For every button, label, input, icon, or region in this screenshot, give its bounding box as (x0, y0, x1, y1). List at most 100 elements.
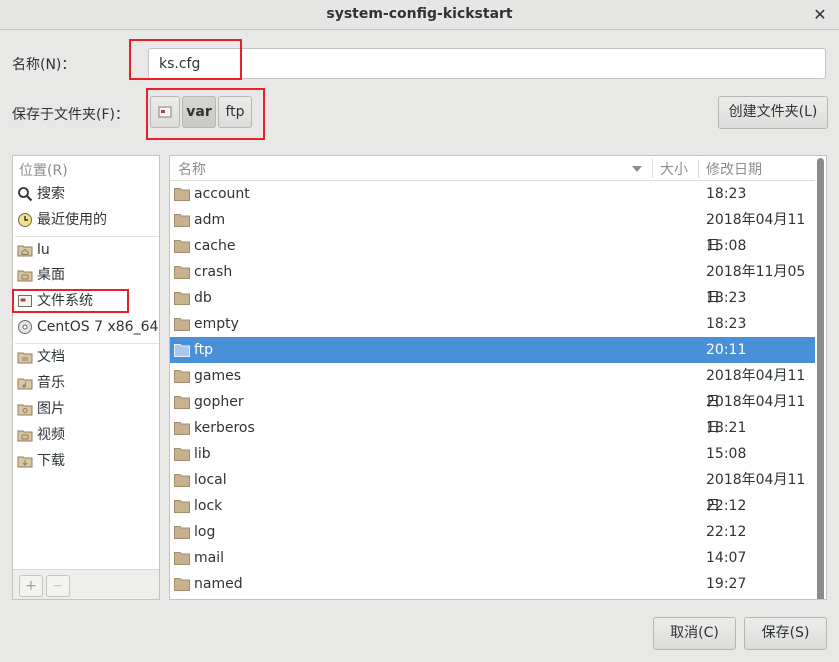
create-folder-button[interactable]: 创建文件夹(L) (718, 96, 828, 129)
table-row[interactable]: mail 14:07 (170, 545, 815, 571)
sidebar-item-label: CentOS 7 x86_64 (37, 319, 159, 335)
folder-icon (174, 578, 190, 591)
table-row[interactable]: log 22:12 (170, 519, 815, 545)
file-list-scrollbar[interactable] (816, 158, 824, 599)
save-in-label: 保存于文件夹(F)： (12, 107, 129, 123)
sidebar-item-label: lu (37, 242, 50, 258)
downloads-folder-icon (17, 456, 33, 468)
file-name: log (194, 524, 216, 540)
sidebar-item-label: 最近使用的 (37, 212, 107, 228)
column-divider (698, 159, 699, 178)
recent-icon (18, 213, 32, 227)
sidebar-item-pictures[interactable]: 图片 (15, 397, 159, 421)
file-modified: 15:08 (706, 446, 747, 462)
file-name: mail (194, 550, 224, 566)
folder-icon (174, 422, 190, 435)
file-name: account (194, 186, 250, 202)
folder-icon (174, 396, 190, 409)
table-row[interactable]: gopher 2018年04月11日 (170, 389, 815, 436)
file-name-input[interactable] (148, 48, 826, 79)
table-row[interactable]: ftp 20:11 (170, 337, 815, 363)
documents-folder-icon (17, 352, 33, 364)
folder-icon (174, 318, 190, 331)
file-name: ftp (194, 342, 214, 358)
close-icon[interactable]: ✕ (809, 4, 831, 26)
folder-icon (174, 552, 190, 565)
column-name-header[interactable]: 名称 (178, 159, 206, 179)
file-modified: 20:11 (706, 342, 747, 358)
folder-icon (174, 240, 190, 253)
table-row[interactable]: crash 2018年11月05日 (170, 259, 815, 306)
file-name: games (194, 368, 242, 384)
highlight-name-box (129, 39, 242, 80)
file-name: lock (194, 498, 223, 514)
places-divider (15, 236, 159, 237)
table-row[interactable]: account 18:23 (170, 181, 815, 207)
highlight-path-box (146, 88, 265, 140)
file-name: crash (194, 264, 233, 280)
sidebar-item-videos[interactable]: 视频 (15, 423, 159, 447)
sidebar-item-home[interactable]: lu (15, 238, 159, 262)
videos-folder-icon (17, 430, 33, 442)
pictures-folder-icon (17, 404, 33, 416)
file-name: named (194, 576, 243, 592)
table-row[interactable]: named 19:27 (170, 571, 815, 597)
name-label: 名称(N)： (12, 57, 76, 73)
sidebar-item-documents[interactable]: 文档 (15, 345, 159, 369)
sidebar-item-downloads[interactable]: 下载 (15, 449, 159, 473)
file-modified: 19:27 (706, 576, 747, 592)
add-bookmark-button[interactable]: + (19, 575, 43, 597)
file-name: adm (194, 212, 226, 228)
folder-icon (174, 266, 190, 279)
file-name: empty (194, 316, 239, 332)
file-modified: 18:21 (706, 420, 747, 436)
column-divider (652, 159, 653, 178)
places-sidebar: 位置(R) 搜索 最近使用的 lu 桌面 文件系统 CentOS 7 x86_6… (12, 155, 160, 600)
folder-icon (174, 292, 190, 305)
table-row[interactable]: lock 22:12 (170, 493, 815, 519)
window-title: system-config-kickstart (326, 6, 513, 22)
file-modified: 22:12 (706, 524, 747, 540)
file-list: 名称 大小 修改日期 account 18:23 adm 2018年04月11日 cac… (169, 155, 827, 600)
table-row[interactable]: kerberos 18:21 (170, 415, 815, 441)
sidebar-item-desktop[interactable]: 桌面 (15, 263, 159, 287)
sidebar-item-label: 桌面 (37, 267, 65, 283)
scrollbar-thumb[interactable] (817, 158, 824, 599)
table-row[interactable]: empty 18:23 (170, 311, 815, 337)
file-name: cache (194, 238, 236, 254)
column-size-header[interactable]: 大小 (660, 159, 688, 179)
remove-bookmark-button[interactable]: — (46, 575, 70, 597)
file-modified: 15:08 (706, 238, 747, 254)
folder-icon (174, 448, 190, 461)
places-toolbar: + — (13, 569, 159, 599)
file-modified: 22:12 (706, 498, 747, 514)
table-row[interactable]: cache 15:08 (170, 233, 815, 259)
table-row[interactable]: games 2018年04月11日 (170, 363, 815, 410)
folder-icon (174, 344, 190, 357)
file-list-header: 名称 大小 修改日期 (170, 156, 815, 181)
sidebar-item-label: 视频 (37, 427, 65, 443)
table-row[interactable]: adm 2018年04月11日 (170, 207, 815, 254)
file-modified: 18:23 (706, 186, 747, 202)
file-modified: 18:23 (706, 316, 747, 332)
places-divider (15, 343, 159, 344)
sidebar-item-music[interactable]: 音乐 (15, 371, 159, 395)
file-name: lib (194, 446, 211, 462)
home-folder-icon (17, 245, 33, 257)
sidebar-item-label: 文档 (37, 349, 65, 365)
table-row[interactable]: db 18:23 (170, 285, 815, 311)
save-button[interactable]: 保存(S) (744, 617, 827, 650)
column-modified-header[interactable]: 修改日期 (706, 159, 762, 179)
file-name: kerberos (194, 420, 255, 436)
table-row[interactable]: lib 15:08 (170, 441, 815, 467)
sidebar-item-label: 下载 (37, 453, 65, 469)
sort-descending-icon (632, 166, 642, 172)
title-bar: system-config-kickstart ✕ (0, 0, 839, 30)
sidebar-item-cdrom[interactable]: CentOS 7 x86_64 (15, 315, 159, 339)
folder-icon (174, 188, 190, 201)
sidebar-item-recent[interactable]: 最近使用的 (15, 208, 159, 232)
table-row[interactable]: local 2018年04月11日 (170, 467, 815, 514)
sidebar-item-label: 搜索 (37, 186, 65, 202)
sidebar-item-search[interactable]: 搜索 (15, 182, 159, 206)
cancel-button[interactable]: 取消(C) (653, 617, 736, 650)
